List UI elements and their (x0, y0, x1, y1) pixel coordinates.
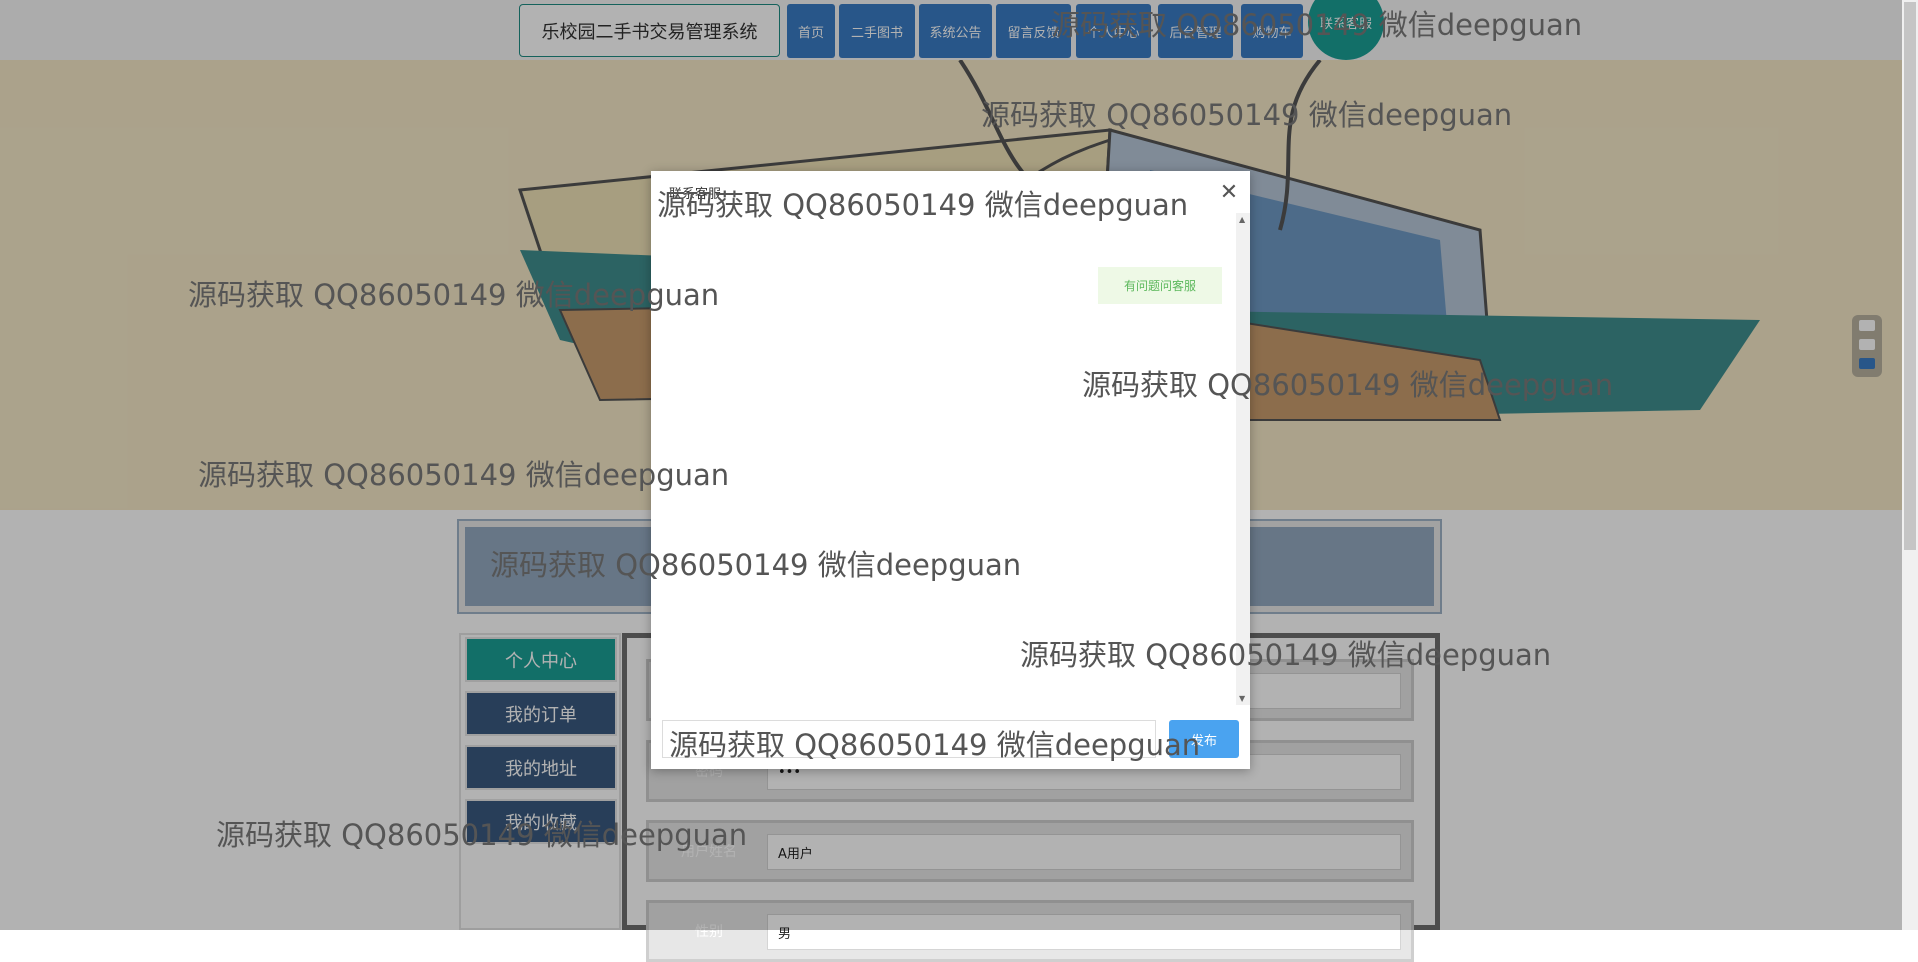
page-scrollbar-thumb[interactable] (1904, 2, 1916, 550)
watermark: 源码获取 QQ86050149 微信deepguan (188, 278, 720, 312)
watermark: 源码获取 QQ86050149 微信deepguan (981, 98, 1513, 132)
watermark: 源码获取 QQ86050149 微信deepguan (198, 458, 730, 492)
scroll-up-icon[interactable]: ▲ (1239, 215, 1245, 224)
watermark: 源码获取 QQ86050149 微信deepguan (216, 818, 748, 852)
watermark: 源码获取 QQ86050149 微信deepguan (1082, 368, 1614, 402)
watermark: 源码获取 QQ86050149 微信deepguan (669, 728, 1201, 762)
scroll-down-icon[interactable]: ▼ (1239, 694, 1245, 703)
service-message: 有问题问客服 (1098, 267, 1222, 304)
contact-service-dialog: 联系客服 ✕ 有问题问客服 ▲ ▼ 发布 (651, 171, 1250, 769)
watermark: 源码获取 QQ86050149 微信deepguan (657, 188, 1189, 222)
close-icon[interactable]: ✕ (1217, 181, 1241, 205)
watermark: 源码获取 QQ86050149 微信deepguan (1020, 638, 1552, 672)
watermark: 源码获取 QQ86050149 微信deepguan (1051, 8, 1583, 42)
watermark: 源码获取 QQ86050149 微信deepguan (490, 548, 1022, 582)
